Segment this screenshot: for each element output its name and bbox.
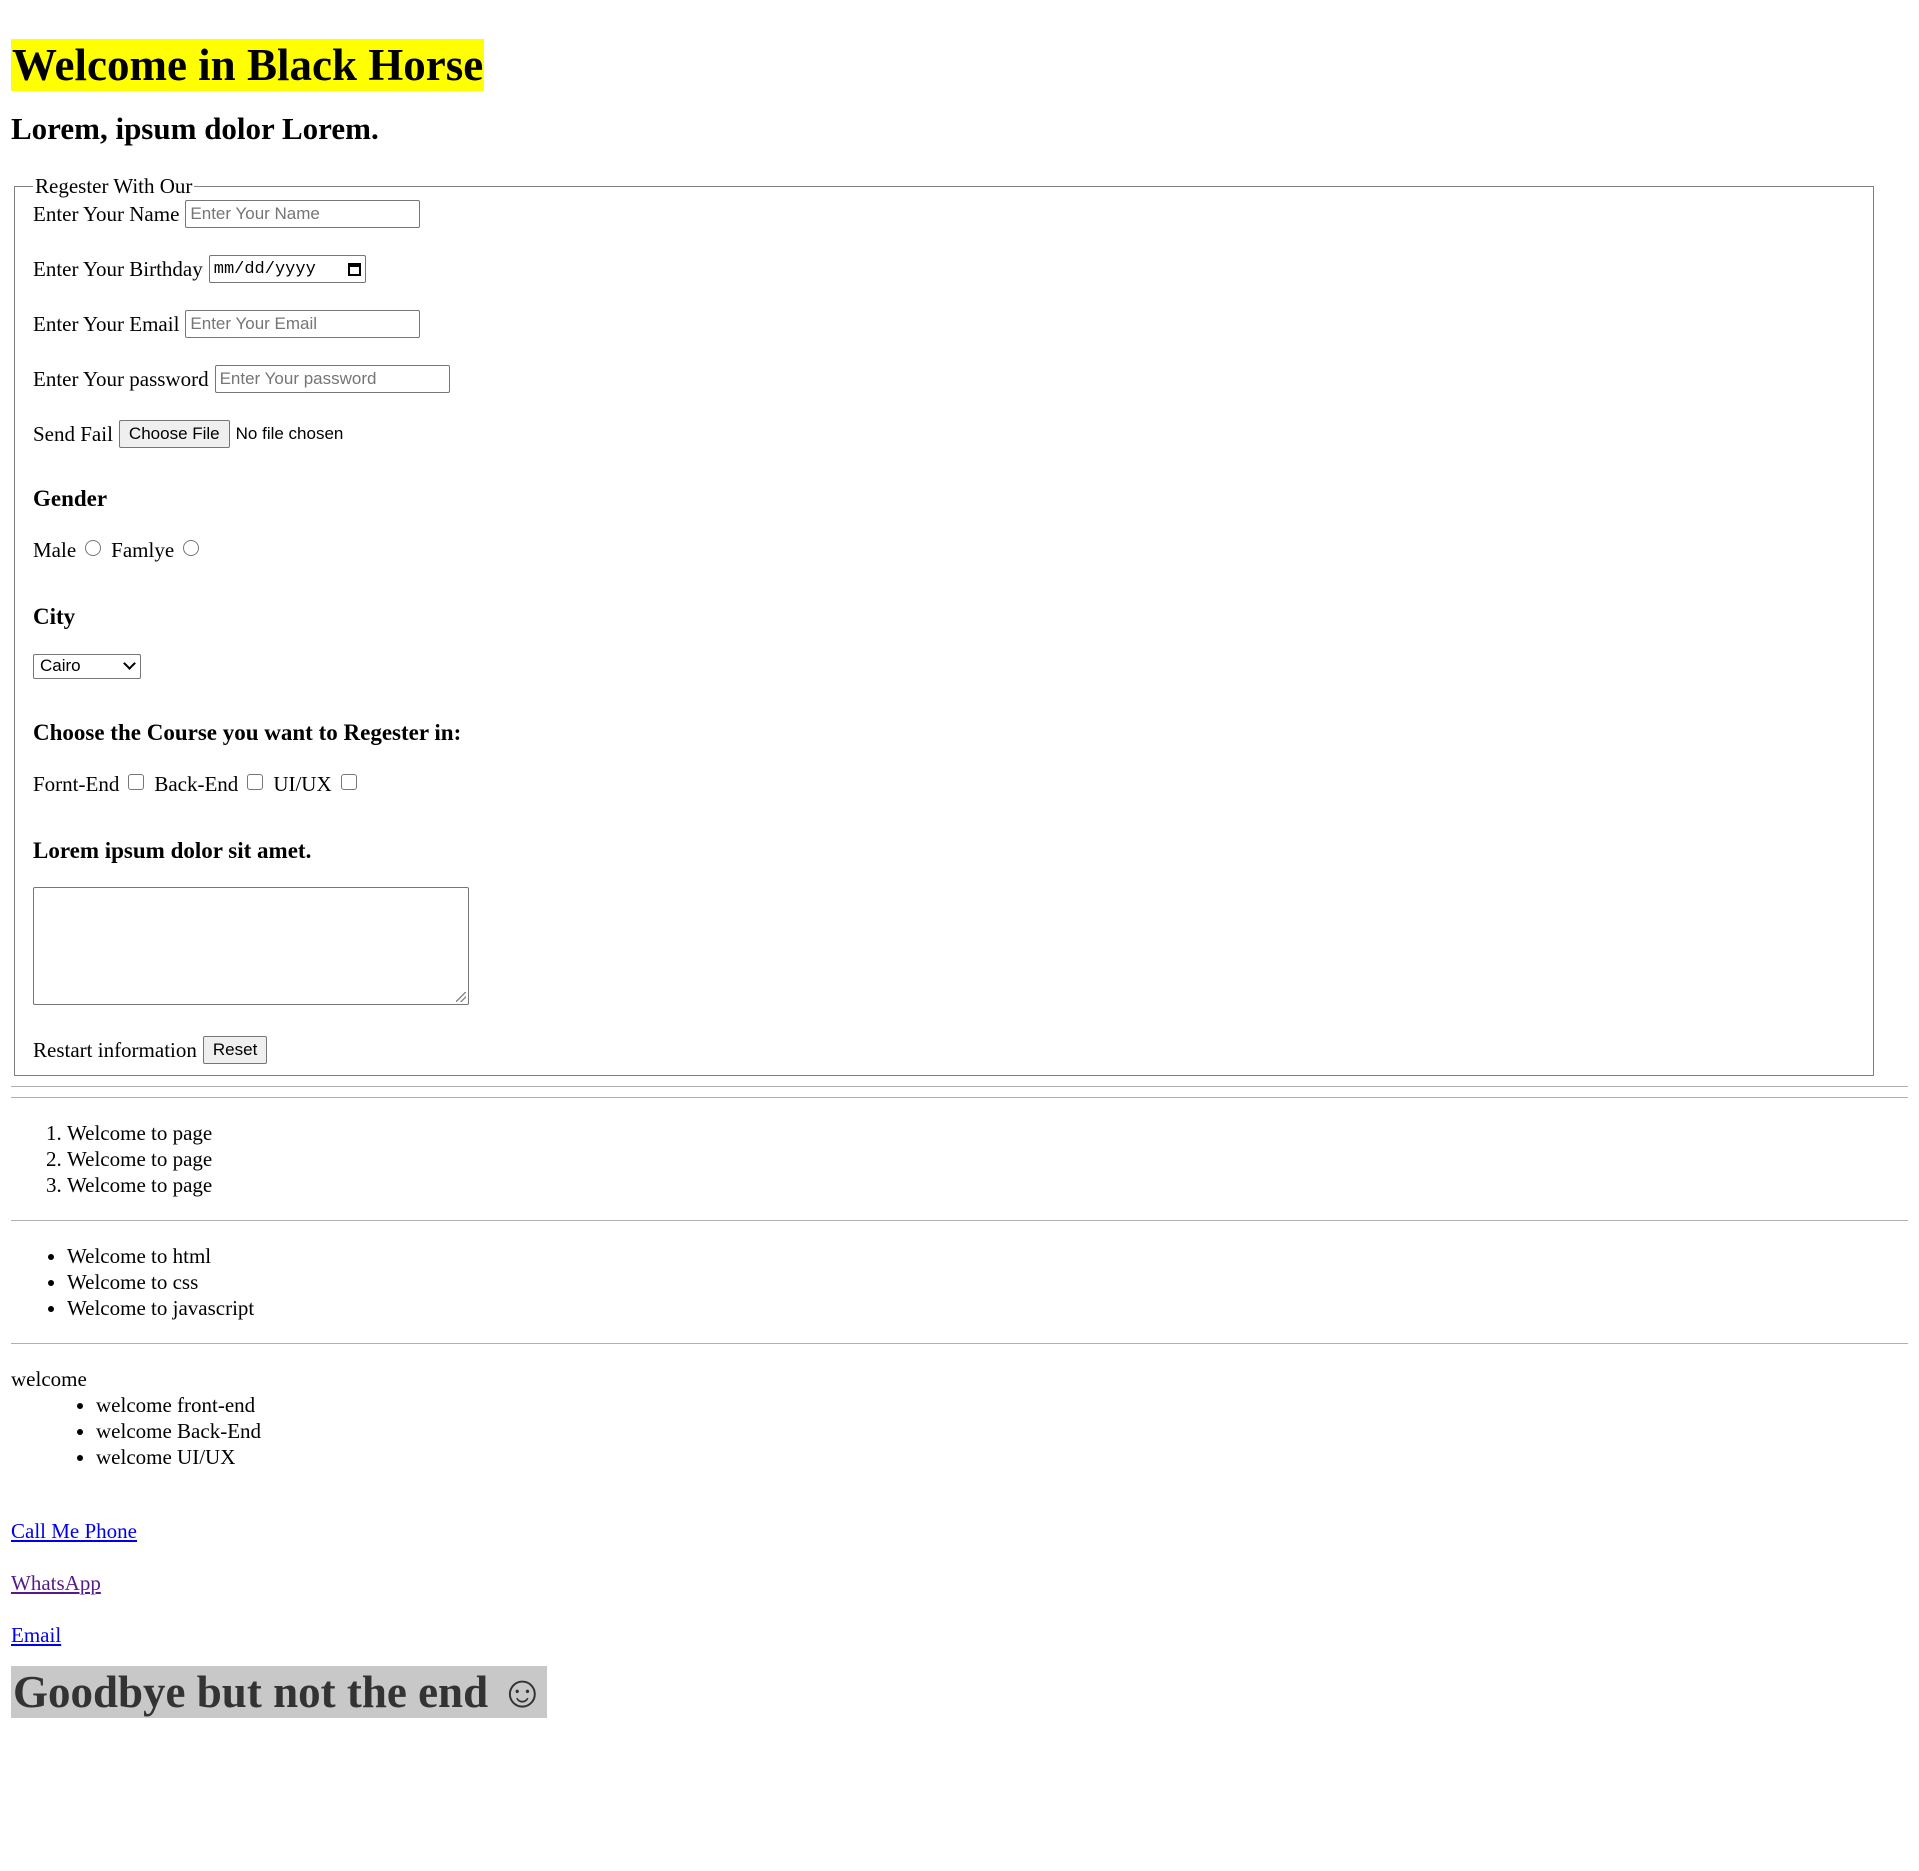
divider [11,1097,1908,1098]
divider [11,1343,1908,1344]
birthday-label: Enter Your Birthday [33,256,203,281]
file-label: Send Fail [33,421,113,446]
calendar-icon[interactable] [347,262,361,276]
whatsapp-link[interactable]: WhatsApp [11,1570,1908,1596]
gender-heading: Gender [33,486,108,511]
call-phone-link[interactable]: Call Me Phone [11,1518,1908,1544]
course-frontend-checkbox[interactable] [128,774,145,790]
course-row: Fornt-End Back-End UI/UX [33,769,1855,799]
divider [11,1086,1908,1087]
file-status: No file chosen [235,424,344,443]
reset-row: Restart information Reset [33,1035,1855,1065]
description-list: welcome front-end welcome Back-End welco… [11,1392,1908,1470]
divider [11,1220,1908,1221]
registration-fieldset: Regester With Our Enter Your Name Enter … [14,175,1874,1076]
reset-button[interactable]: Reset [202,1036,268,1064]
file-row: Send Fail Choose File No file chosen [33,419,1855,449]
footer: Goodbye but not the end ☺ [11,1666,1908,1718]
birthday-placeholder: mm/dd/yyyy [213,259,316,279]
name-input[interactable] [185,200,421,228]
fieldset-legend: Regester With Our [35,174,193,198]
list-item: Welcome to page [67,1172,1908,1198]
list-item: Welcome to css [67,1269,1908,1295]
unordered-list: Welcome to html Welcome to css Welcome t… [11,1243,1908,1321]
city-heading: City [33,604,76,629]
course-backend-checkbox[interactable] [247,774,264,790]
email-label: Enter Your Email [33,311,180,336]
email-row: Enter Your Email [33,309,1855,339]
city-selected-value: Cairo [40,656,81,675]
gender-male-radio[interactable] [85,540,102,556]
page-title: Welcome in Black Horse [11,39,485,91]
list-item: Welcome to html [67,1243,1908,1269]
list-item: welcome front-end [96,1392,1908,1418]
course-heading: Choose the Course you want to Regester i… [33,720,462,745]
course-backend-label: Back-End [154,771,239,796]
gender-row: Male Famlye [33,535,1855,565]
chevron-down-icon [123,656,136,670]
city-select[interactable]: Cairo [33,653,141,679]
list-item: Welcome to page [67,1120,1908,1146]
page: Welcome in Black Horse Lorem, ipsum dolo… [0,0,1919,1718]
email-link[interactable]: Email [11,1622,1908,1648]
choose-file-button[interactable]: Choose File [118,420,230,448]
footer-heading: Goodbye but not the end ☺ [11,1666,548,1718]
list-item: welcome UI/UX [96,1444,1908,1470]
list-item: Welcome to page [67,1146,1908,1172]
gender-option-female-label: Famlye [111,537,175,562]
gender-option-male-label: Male [33,537,77,562]
reset-label: Restart information [33,1037,197,1062]
name-row: Enter Your Name [33,199,1855,229]
name-label: Enter Your Name [33,201,180,226]
birthday-date-input[interactable]: mm/dd/yyyy [208,255,366,283]
page-subtitle: Lorem, ipsum dolor Lorem. [11,111,379,146]
course-uiux-label: UI/UX [273,771,332,796]
gender-female-radio[interactable] [183,540,200,556]
list-item: welcome Back-End [96,1418,1908,1444]
city-row: Cairo [33,651,1855,681]
list-item: Welcome to javascript [67,1295,1908,1321]
birthday-row: Enter Your Birthday mm/dd/yyyy [33,254,1855,284]
course-uiux-checkbox[interactable] [340,774,357,790]
course-frontend-label: Fornt-End [33,771,120,796]
message-heading: Lorem ipsum dolor sit amet. [33,838,312,863]
password-label: Enter Your password [33,366,209,391]
resize-grip-icon[interactable] [456,992,466,1002]
password-row: Enter Your password [33,364,1855,394]
description-term: welcome [11,1367,87,1391]
email-input[interactable] [185,310,421,338]
message-textarea[interactable] [33,887,469,1005]
password-input[interactable] [214,365,450,393]
ordered-list: Welcome to page Welcome to page Welcome … [11,1120,1908,1198]
